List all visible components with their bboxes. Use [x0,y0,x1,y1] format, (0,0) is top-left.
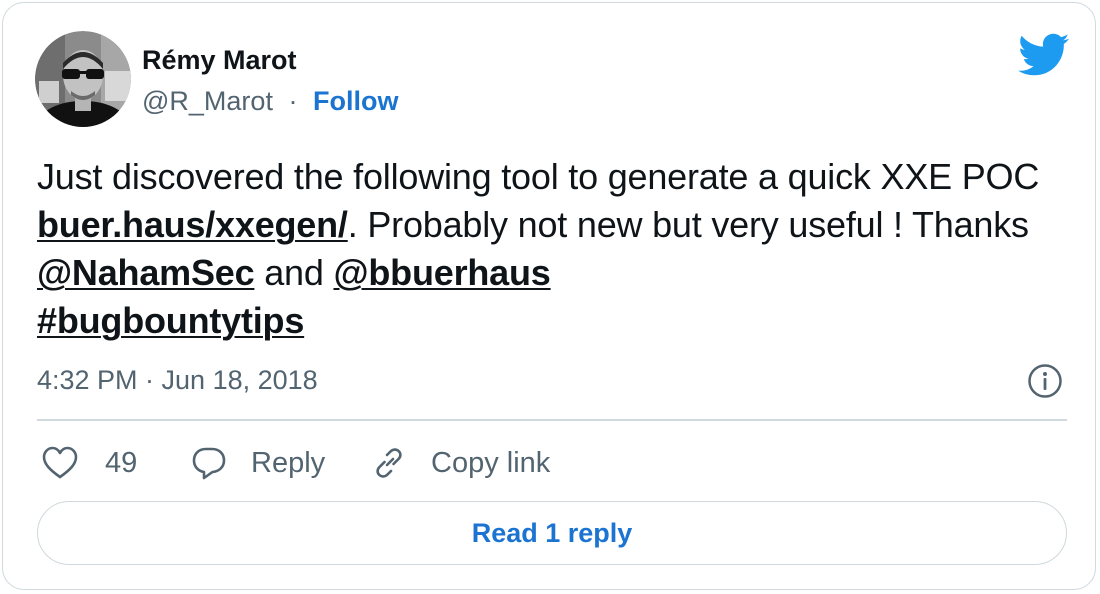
info-icon[interactable] [1027,363,1063,399]
mention-link-bbuerhaus[interactable]: @bbuerhaus [333,252,550,293]
like-count: 49 [105,446,138,479]
copy-link-label: Copy link [431,446,551,479]
tweet-text-segment: Just discovered the following tool to ge… [37,156,1040,197]
reply-label: Reply [251,446,326,479]
follow-button[interactable]: Follow [313,86,398,116]
tweet-timestamp[interactable]: 4:32 PM · Jun 18, 2018 [37,362,318,398]
reply-button[interactable]: Reply [191,443,325,483]
copy-link-button[interactable]: Copy link [371,443,550,483]
divider [37,419,1067,421]
handle-separator: · [288,86,298,116]
tweet-text-segment: . Probably not new but very useful ! Tha… [347,204,1029,245]
heart-icon [42,446,78,479]
tweet-text-segment: and [254,252,334,293]
tweet-card: Rémy Marot @R_Marot · Follow Just discov… [2,2,1096,590]
author-handle-row: @R_Marot · Follow [142,83,398,119]
like-button[interactable]: 49 [41,443,137,483]
author-name[interactable]: Rémy Marot [142,43,297,77]
author-handle[interactable]: @R_Marot [142,86,273,116]
twitter-bird-icon[interactable] [1018,33,1070,79]
avatar-photo [35,31,131,127]
link-icon [376,448,402,478]
avatar[interactable] [35,31,131,127]
read-replies-button[interactable]: Read 1 reply [37,501,1067,565]
speech-bubble-icon [192,447,226,480]
tweet-link[interactable]: buer.haus/xxegen/ [37,204,348,245]
hashtag-link[interactable]: #bugbountytips [37,300,304,341]
mention-link-nahamsec[interactable]: @NahamSec [37,252,255,293]
tweet-text: Just discovered the following tool to ge… [37,153,1077,345]
